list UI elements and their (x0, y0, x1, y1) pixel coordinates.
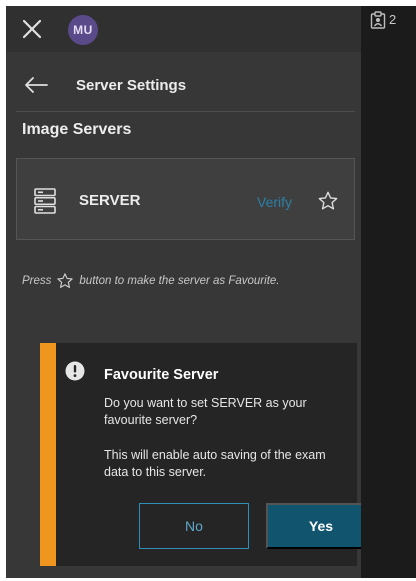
dialog-message-detail: This will enable auto saving of the exam… (104, 448, 326, 479)
star-outline-icon[interactable] (317, 190, 339, 212)
dialog-title: Favourite Server (104, 367, 219, 383)
dialog-accent-bar (40, 343, 56, 566)
server-list-item[interactable]: SERVER Verify (16, 158, 355, 240)
arrow-left-icon[interactable] (24, 76, 48, 94)
page-title: Server Settings (76, 77, 187, 94)
hint-text-after: button to make the server as Favourite. (79, 275, 280, 287)
notification-count: 2 (389, 12, 397, 27)
hint-text-before: Press (22, 275, 52, 287)
header-bar: Server Settings (16, 60, 355, 112)
app-frame: MU Server Settings Image Servers SERVER … (6, 6, 416, 578)
clipboard-icon[interactable] (370, 11, 386, 29)
server-name: SERVER (79, 192, 141, 209)
verify-link[interactable]: Verify (257, 194, 292, 210)
top-bar: MU (6, 6, 361, 52)
info-icon (65, 361, 85, 381)
close-icon[interactable] (20, 17, 44, 41)
no-button[interactable]: No (139, 503, 249, 549)
right-strip (361, 6, 416, 578)
dialog-message: Do you want to set SERVER as your favour… (104, 396, 307, 427)
favourite-hint: Press button to make the server as Favou… (22, 272, 357, 290)
favourite-server-dialog: Favourite Server Do you want to set SERV… (40, 343, 376, 566)
avatar[interactable]: MU (68, 15, 98, 45)
server-icon (34, 188, 56, 214)
yes-button[interactable]: Yes (266, 503, 376, 549)
settings-panel: MU Server Settings Image Servers SERVER … (6, 6, 376, 578)
section-title: Image Servers (22, 121, 132, 138)
star-outline-icon (57, 273, 74, 288)
